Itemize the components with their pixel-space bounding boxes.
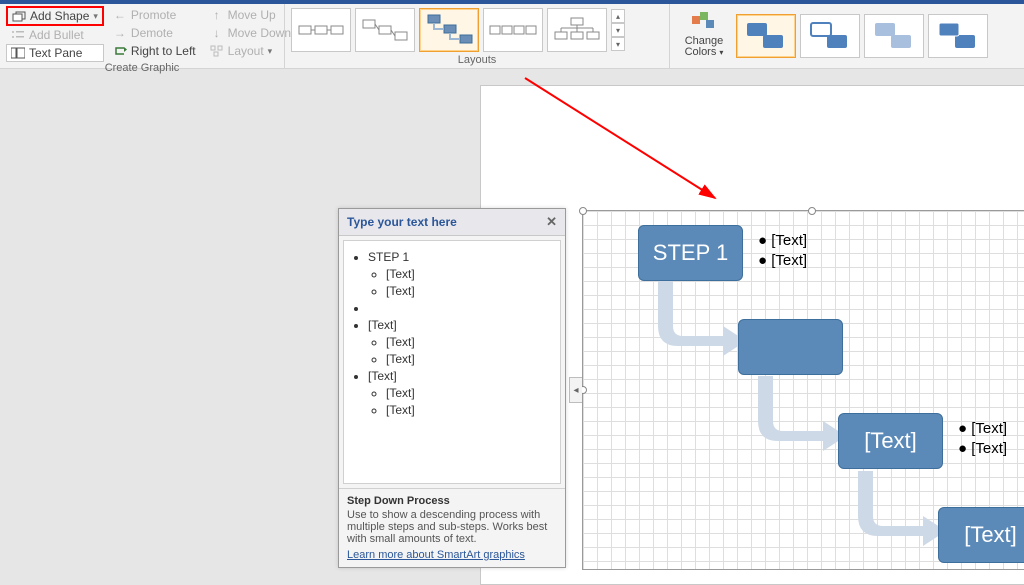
smartart-node-2[interactable] [738,319,843,375]
gallery-down-button[interactable]: ▾ [611,23,625,37]
bullet-list-icon [11,28,25,42]
layout-button[interactable]: Layout ▾ [205,42,296,60]
promote-button[interactable]: ← Promote [108,6,201,24]
change-colors-label: Change Colors ▾ [676,36,732,58]
add-bullet-label: Add Bullet [29,28,84,42]
text-pane-footer: Step Down Process Use to show a descendi… [339,488,565,567]
text-pane-button[interactable]: Text Pane [6,44,104,62]
group-layouts-label: Layouts [291,54,663,68]
gallery-up-button[interactable]: ▴ [611,9,625,23]
text-pane-icon [11,46,25,60]
layout-option-1[interactable] [291,8,351,52]
resize-handle[interactable] [808,207,816,215]
promote-label: Promote [131,8,176,22]
add-shape-label: Add Shape [30,9,89,23]
text-pane-label: Text Pane [29,46,82,60]
group-create-label: Create Graphic [6,62,278,76]
tp-subitem[interactable]: [Text] [386,335,556,349]
smartart-node-step1[interactable]: STEP 1 [638,225,743,281]
ribbon: Add Shape ▾ Add Bullet Text Pane ← Promo… [0,4,1024,69]
bullet-item: [Text] [758,251,807,271]
style-option-2[interactable] [800,14,860,58]
style-option-3[interactable] [864,14,924,58]
style-option-4[interactable] [928,14,988,58]
demote-icon: → [113,26,127,40]
layouts-gallery: ▴ ▾ ▾ [291,6,663,52]
rtl-label: Right to Left [131,44,196,58]
smartart-node-3[interactable]: [Text] [838,413,943,469]
flow-arrow-icon [658,281,748,361]
move-down-label: Move Down [228,26,291,40]
tp-subitem[interactable]: [Text] [386,267,556,281]
layout-option-3-selected[interactable] [419,8,479,52]
gallery-scroll-controls: ▴ ▾ ▾ [611,9,625,51]
change-colors-button[interactable]: Change Colors ▾ [676,6,732,62]
smartart-bullets-step1[interactable]: [Text] [Text] [758,231,807,271]
text-pane-title: Type your text here [347,215,457,229]
tp-item: [Text] [Text] [Text] [368,369,556,417]
chevron-down-icon: ▾ [268,46,273,57]
right-to-left-button[interactable]: Right to Left [108,42,201,60]
close-icon[interactable]: ✕ [546,214,557,230]
move-up-icon: ↑ [210,8,224,22]
layout-icon [210,44,224,58]
tp-item: STEP 1 [Text] [Text] [368,250,556,298]
tp-item [368,301,556,315]
smartart-canvas[interactable]: ◂ STEP 1 [Text] [Text] [Text] [Text] [Te… [582,210,1024,570]
layout-label: Layout [228,44,264,58]
add-shape-icon [12,9,26,23]
tp-subitem[interactable]: [Text] [386,386,556,400]
rtl-icon [113,44,127,58]
demote-label: Demote [131,26,173,40]
move-up-button[interactable]: ↑ Move Up [205,6,296,24]
flow-arrow-icon [858,471,948,551]
group-styles: Change Colors ▾ [670,4,1024,68]
group-layouts: ▴ ▾ ▾ Layouts [285,4,670,68]
footer-desc: Use to show a descending process with mu… [347,509,557,545]
tp-subitem[interactable]: [Text] [386,284,556,298]
bullet-item: [Text] [758,231,807,251]
change-colors-icon [690,10,718,34]
bullet-item: [Text] [958,419,1007,439]
tp-subitem[interactable]: [Text] [386,403,556,417]
text-pane-header[interactable]: Type your text here ✕ [339,209,565,236]
smartart-node-4[interactable]: [Text] [938,507,1024,563]
tp-subitem[interactable]: [Text] [386,352,556,366]
smartart-bullets-node3[interactable]: [Text] [Text] [958,419,1007,459]
add-shape-button[interactable]: Add Shape ▾ [6,6,104,26]
textpane-toggle-tab[interactable]: ◂ [569,377,582,403]
layout-option-5[interactable] [547,8,607,52]
text-pane[interactable]: Type your text here ✕ STEP 1 [Text] [Tex… [338,208,566,568]
move-down-button[interactable]: ↓ Move Down [205,24,296,42]
styles-gallery [736,6,988,62]
text-pane-body[interactable]: STEP 1 [Text] [Text] [Text] [Text] [Text… [343,240,561,484]
group-styles-label [676,62,1018,76]
resize-handle[interactable] [579,207,587,215]
bullet-item: [Text] [958,439,1007,459]
move-up-label: Move Up [228,8,276,22]
flow-arrow-icon [758,376,848,456]
group-create-graphic: Add Shape ▾ Add Bullet Text Pane ← Promo… [0,4,285,68]
promote-icon: ← [113,8,127,22]
layout-option-2[interactable] [355,8,415,52]
gallery-more-button[interactable]: ▾ [611,37,625,51]
chevron-down-icon: ▾ [93,11,98,22]
move-down-icon: ↓ [210,26,224,40]
learn-more-link[interactable]: Learn more about SmartArt graphics [347,549,525,561]
tp-item: [Text] [Text] [Text] [368,318,556,366]
demote-button[interactable]: → Demote [108,24,201,42]
style-option-1-selected[interactable] [736,14,796,58]
footer-title: Step Down Process [347,495,557,507]
add-bullet-button[interactable]: Add Bullet [6,26,104,44]
layout-option-4[interactable] [483,8,543,52]
